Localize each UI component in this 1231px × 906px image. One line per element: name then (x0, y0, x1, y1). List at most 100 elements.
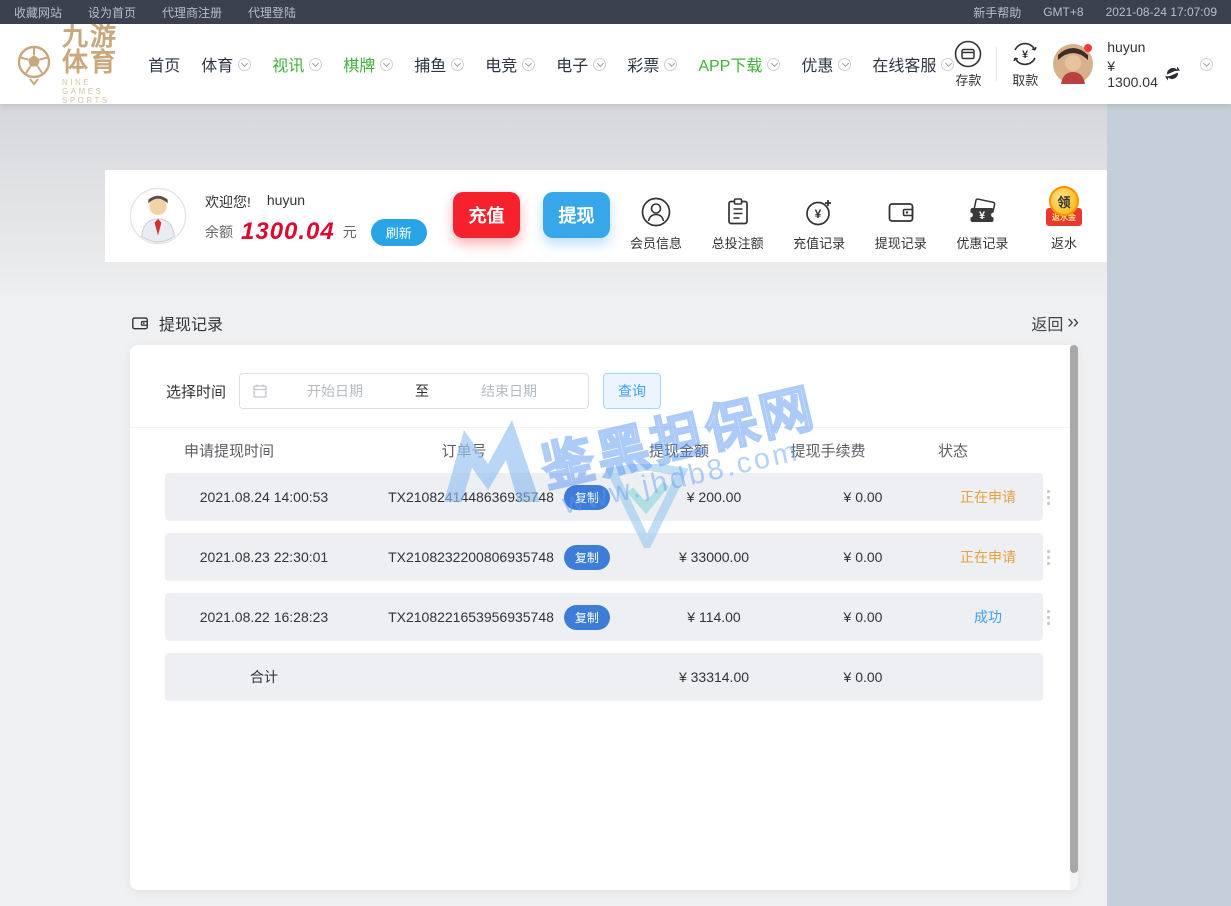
menu-item-promotions[interactable]: 优惠 (801, 52, 851, 76)
logo-title: 九游体育 (62, 23, 126, 75)
top-utility-bar: 收藏网站 设为首页 代理商注册 代理登陆 新手帮助 GMT+8 2021-08-… (0, 0, 1231, 24)
menu-label: 在线客服 (872, 52, 936, 76)
agent-login-link[interactable]: 代理登陆 (248, 4, 296, 21)
welcome-label: 欢迎您! (205, 192, 251, 212)
withdraw-button-panel[interactable]: 提现 (543, 192, 610, 238)
chevron-down-icon (451, 58, 464, 71)
menu-item-home[interactable]: 首页 (148, 52, 180, 76)
menu-label: 优惠 (801, 52, 833, 76)
copy-button[interactable]: 复制 (564, 605, 610, 630)
page-side-background (1107, 104, 1231, 906)
bookmark-site-link[interactable]: 收藏网站 (14, 4, 62, 21)
refresh-balance-icon[interactable] (1164, 65, 1181, 82)
account-dropdown-icon[interactable] (1200, 58, 1213, 71)
total-bets-icon (722, 196, 754, 228)
quick-link-label: 返水 (1051, 233, 1077, 252)
chevron-down-icon (941, 58, 954, 71)
chevron-down-icon (838, 58, 851, 71)
search-button[interactable]: 查询 (603, 373, 661, 409)
topbar-right: 新手帮助 GMT+8 2021-08-24 17:07:09 (973, 4, 1217, 21)
col-header-time: 申请提现时间 (130, 440, 328, 461)
copy-button[interactable]: 复制 (564, 485, 610, 510)
withdraw-icon: ¥ (1011, 40, 1039, 68)
quick-link-rebate[interactable]: 领 返水金 返水 (1031, 180, 1097, 252)
card-scrollbar-thumb[interactable] (1070, 345, 1078, 873)
quick-link-label: 充值记录 (793, 233, 845, 252)
withdraw-records-title-icon (130, 313, 150, 333)
quick-link-withdraw-records[interactable]: 提现记录 (868, 180, 934, 252)
end-date-input[interactable]: 结束日期 (442, 381, 576, 401)
back-arrows-icon: ›› (1067, 312, 1078, 334)
chevron-down-icon (309, 58, 322, 71)
quick-link-promo-records[interactable]: ¥ 优惠记录 (949, 180, 1015, 252)
chevron-down-icon (593, 58, 606, 71)
svg-text:¥: ¥ (815, 207, 822, 221)
chevron-down-icon (380, 58, 393, 71)
menu-label: 体育 (201, 52, 233, 76)
filter-label: 选择时间 (166, 381, 226, 402)
chevron-down-icon (767, 58, 780, 71)
menu-item-slots[interactable]: 电子 (556, 52, 606, 76)
quick-link-recharge-records[interactable]: ¥ 充值记录 (786, 180, 852, 252)
menu-label: 电子 (556, 52, 588, 76)
deposit-button[interactable]: 存款 (954, 40, 982, 89)
user-avatar[interactable] (1053, 44, 1093, 84)
row-actions-button[interactable] (1043, 606, 1054, 629)
recharge-button[interactable]: 充值 (453, 192, 520, 238)
refresh-balance-button[interactable]: 刷新 (371, 219, 427, 246)
rebate-coin: 领 (1049, 186, 1079, 216)
row-time: 2021.08.24 14:00:53 (165, 489, 363, 505)
quick-links: 会员信息 总投注额 ¥ 充值记录 提现记录 ¥ 优惠记录 (623, 180, 1097, 252)
chevron-down-icon (238, 58, 251, 71)
date-range-picker[interactable]: 开始日期 至 结束日期 (239, 373, 589, 409)
col-header-order: 订单号 (328, 440, 600, 461)
col-header-amount: 提现金额 (600, 440, 758, 461)
total-fee: ¥ 0.00 (793, 669, 933, 685)
site-logo[interactable]: 九游体育 NINE GAMES SPORTS (12, 23, 126, 105)
back-link[interactable]: 返回 ›› (1031, 311, 1078, 335)
chevron-down-icon (522, 58, 535, 71)
withdraw-records-card: 选择时间 开始日期 至 结束日期 查询 申请提现时间 订单号 提现金额 提现手续… (130, 345, 1078, 890)
row-order-no: TX2108241448636935748 (388, 489, 554, 505)
menu-item-app-download[interactable]: APP下载 (698, 52, 780, 76)
start-date-input[interactable]: 开始日期 (268, 381, 402, 401)
quick-link-label: 总投注额 (712, 233, 764, 252)
menu-item-esports[interactable]: 电竞 (485, 52, 535, 76)
withdraw-label: 取款 (1012, 70, 1038, 89)
row-amount: ¥ 33000.00 (635, 549, 793, 565)
menu-item-lottery[interactable]: 彩票 (627, 52, 677, 76)
member-avatar (129, 187, 187, 245)
deposit-icon (954, 40, 982, 68)
page-title: 提现记录 (159, 311, 223, 335)
agent-register-link[interactable]: 代理商注册 (162, 4, 222, 21)
row-amount: ¥ 114.00 (635, 609, 793, 625)
col-header-status: 状态 (898, 440, 1008, 461)
nav-balance: ¥ 1300.04 (1107, 58, 1158, 90)
copy-button[interactable]: 复制 (564, 545, 610, 570)
quick-link-label: 提现记录 (875, 233, 927, 252)
menu-item-live-casino[interactable]: 视讯 (272, 52, 322, 76)
menu-label: 电竞 (485, 52, 517, 76)
menu-item-fishing[interactable]: 捕鱼 (414, 52, 464, 76)
menu-item-sports[interactable]: 体育 (201, 52, 251, 76)
quick-link-member-info[interactable]: 会员信息 (623, 180, 689, 252)
rebate-icon: 领 返水金 (1044, 188, 1084, 228)
menu-item-customer-service[interactable]: 在线客服 (872, 52, 954, 76)
menu-item-board-games[interactable]: 棋牌 (343, 52, 393, 76)
row-fee: ¥ 0.00 (793, 489, 933, 505)
row-actions-button[interactable] (1043, 546, 1054, 569)
table-header-row: 申请提现时间 订单号 提现金额 提现手续费 状态 (130, 427, 1078, 473)
quick-link-total-bets[interactable]: 总投注额 (705, 180, 771, 252)
withdraw-button[interactable]: ¥ 取款 (1011, 40, 1039, 89)
row-actions-button[interactable] (1043, 486, 1054, 509)
set-homepage-link[interactable]: 设为首页 (88, 4, 136, 21)
recharge-records-icon: ¥ (803, 196, 835, 228)
row-status: 正在申请 (933, 487, 1043, 507)
quick-link-label: 会员信息 (630, 233, 682, 252)
menu-label: 棋牌 (343, 52, 375, 76)
promo-records-icon: ¥ (966, 196, 998, 228)
menu-label: 首页 (148, 52, 180, 76)
menu-label: 彩票 (627, 52, 659, 76)
svg-text:¥: ¥ (1022, 49, 1029, 61)
beginner-help-link[interactable]: 新手帮助 (973, 4, 1021, 21)
